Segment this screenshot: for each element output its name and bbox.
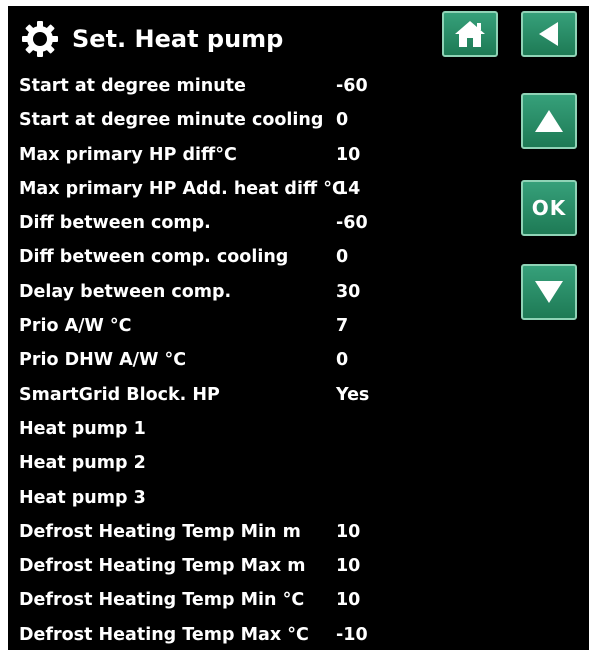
home-icon: [455, 21, 485, 47]
down-arrow-icon: [535, 281, 563, 303]
setting-label: Start at degree minute: [19, 76, 246, 96]
gear-icon: [22, 21, 58, 57]
setting-label: Defrost Heating Temp Min °C: [19, 590, 305, 611]
setting-value: 0: [336, 110, 349, 131]
page-title: Set. Heat pump: [72, 25, 284, 53]
setting-label: Delay between comp.: [19, 281, 232, 302]
setting-row-start-degree-minute-cooling[interactable]: Start at degree minute cooling 0: [8, 103, 508, 137]
setting-row-defrost-heating-temp-min-c[interactable]: Defrost Heating Temp Min °C 10: [8, 583, 508, 617]
setting-value: 10: [336, 521, 361, 542]
setting-label: Prio DHW A/W °C: [19, 350, 187, 371]
setting-label: Heat pump 1: [19, 418, 146, 439]
setting-label: Diff between comp.: [19, 213, 211, 234]
setting-row-diff-between-comp[interactable]: Diff between comp. -60: [8, 206, 508, 240]
setting-value: 14: [336, 178, 361, 199]
settings-list: Start at degree minute -60 Start at degr…: [8, 69, 508, 650]
setting-label: Heat pump 2: [19, 453, 146, 474]
display-screen: Set. Heat pump OK Start at degree minute: [8, 6, 589, 650]
setting-value: 0: [336, 350, 349, 371]
setting-value: 10: [336, 590, 361, 611]
setting-value: 30: [336, 281, 361, 302]
setting-value: 10: [336, 556, 361, 577]
setting-label: Defrost Heating Temp Min m: [19, 521, 301, 542]
setting-label: Diff between comp. cooling: [19, 247, 289, 268]
setting-label: Max primary HP diff°C: [19, 144, 237, 165]
back-arrow-icon: [539, 22, 558, 46]
setting-label: Defrost Heating Temp Max °C: [19, 624, 309, 645]
setting-row-smartgrid-block-hp[interactable]: SmartGrid Block. HP Yes: [8, 378, 508, 412]
setting-value: 0: [336, 247, 349, 268]
setting-label: Prio A/W °C: [19, 316, 132, 337]
setting-row-prio-dhw-aw[interactable]: Prio DHW A/W °C 0: [8, 343, 508, 377]
setting-value: -10: [336, 624, 368, 645]
scroll-up-button[interactable]: [521, 93, 577, 149]
setting-row-diff-between-comp-cooling[interactable]: Diff between comp. cooling 0: [8, 240, 508, 274]
scroll-down-button[interactable]: [521, 264, 577, 320]
setting-row-start-degree-minute[interactable]: Start at degree minute -60: [8, 69, 508, 103]
ok-label: OK: [531, 196, 567, 220]
header: Set. Heat pump: [8, 6, 589, 76]
up-arrow-icon: [535, 110, 563, 132]
ok-button[interactable]: OK: [521, 180, 577, 236]
setting-label: Max primary HP Add. heat diff °C: [19, 178, 345, 199]
home-button[interactable]: [442, 11, 498, 57]
setting-row-prio-aw[interactable]: Prio A/W °C 7: [8, 309, 508, 343]
setting-row-defrost-heating-temp-max-c[interactable]: Defrost Heating Temp Max °C -10: [8, 618, 508, 650]
setting-value: 7: [336, 316, 349, 337]
setting-row-heat-pump-3[interactable]: Heat pump 3: [8, 481, 508, 515]
setting-row-delay-between-comp[interactable]: Delay between comp. 30: [8, 275, 508, 309]
setting-label: Defrost Heating Temp Max m: [19, 556, 306, 577]
setting-row-heat-pump-2[interactable]: Heat pump 2: [8, 446, 508, 480]
setting-row-defrost-heating-temp-min-m[interactable]: Defrost Heating Temp Min m 10: [8, 515, 508, 549]
setting-row-defrost-heating-temp-max-m[interactable]: Defrost Heating Temp Max m 10: [8, 549, 508, 583]
setting-label: Heat pump 3: [19, 487, 146, 508]
setting-row-heat-pump-1[interactable]: Heat pump 1: [8, 412, 508, 446]
setting-value: Yes: [336, 384, 370, 405]
setting-value: -60: [336, 76, 368, 96]
setting-value: -60: [336, 213, 368, 234]
setting-row-max-primary-hp-add-heat-diff[interactable]: Max primary HP Add. heat diff °C 14: [8, 172, 508, 206]
setting-label: SmartGrid Block. HP: [19, 384, 220, 405]
back-button[interactable]: [521, 11, 577, 57]
setting-label: Start at degree minute cooling: [19, 110, 324, 131]
setting-row-max-primary-hp-diff[interactable]: Max primary HP diff°C 10: [8, 138, 508, 172]
setting-value: 10: [336, 144, 361, 165]
